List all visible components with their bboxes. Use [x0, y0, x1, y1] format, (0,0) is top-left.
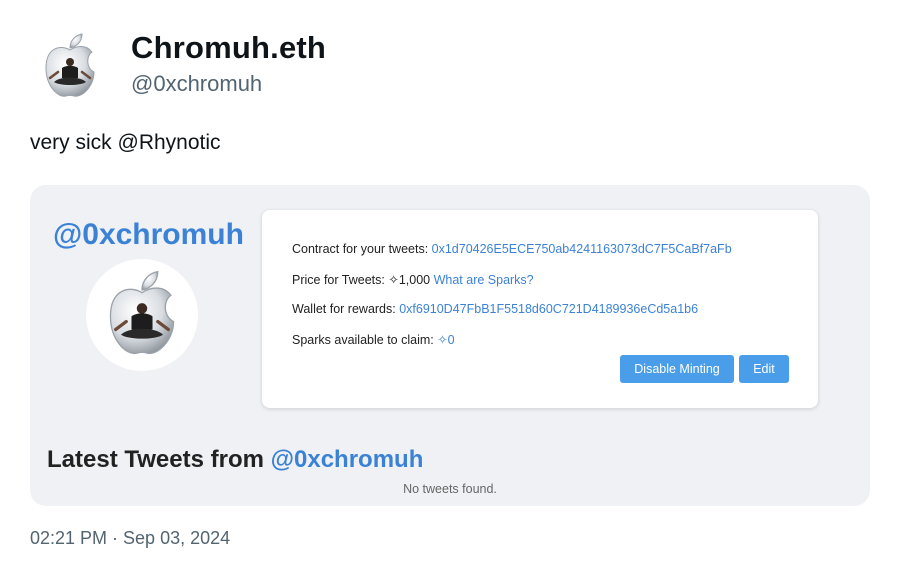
author-handle[interactable]: @0xchromuh: [131, 71, 262, 97]
contract-label: Contract for your tweets:: [292, 242, 432, 256]
contract-row: Contract for your tweets: 0x1d70426E5ECE…: [292, 242, 732, 256]
price-value: ✧1,000: [388, 273, 431, 287]
price-row: Price for Tweets: ✧1,000 What are Sparks…: [292, 272, 534, 287]
embed-handle[interactable]: @0xchromuh: [53, 218, 244, 252]
wallet-address-link[interactable]: 0xf6910D47FbB1F5518d60C721D4189936eCd5a1…: [399, 302, 698, 316]
apple-logo-avatar-icon: [45, 33, 95, 97]
what-are-sparks-link[interactable]: What are Sparks?: [434, 273, 534, 287]
claim-label: Sparks available to claim:: [292, 333, 438, 347]
minting-info-panel: Contract for your tweets: 0x1d70426E5ECE…: [262, 210, 818, 408]
latest-tweets-prefix: Latest Tweets from: [47, 446, 271, 473]
embed-card: @0xchromuh Contract for your tweets: 0x1…: [30, 185, 870, 506]
author-avatar[interactable]: [30, 27, 110, 107]
tweet-timestamp[interactable]: 02:21 PM · Sep 03, 2024: [30, 528, 230, 549]
contract-address-link[interactable]: 0x1d70426E5ECE750ab4241163073dC7F5CaBf7a…: [432, 242, 732, 256]
tweet-text: very sick @Rhynotic: [30, 131, 221, 154]
no-tweets-message: No tweets found.: [403, 482, 497, 496]
wallet-label: Wallet for rewards:: [292, 302, 400, 316]
price-label: Price for Tweets:: [292, 273, 389, 287]
latest-tweets-heading: Latest Tweets from @0xchromuh: [47, 446, 423, 474]
latest-tweets-handle[interactable]: @0xchromuh: [271, 446, 424, 473]
wallet-row: Wallet for rewards: 0xf6910D47FbB1F5518d…: [292, 302, 698, 316]
apple-logo-avatar-icon: [109, 270, 175, 354]
claim-row: Sparks available to claim: ✧0: [292, 332, 455, 347]
embed-avatar: [86, 259, 198, 371]
disable-minting-button[interactable]: Disable Minting: [620, 355, 734, 383]
claim-value-link[interactable]: ✧0: [437, 333, 454, 347]
author-display-name[interactable]: Chromuh.eth: [131, 30, 326, 66]
edit-button[interactable]: Edit: [739, 355, 789, 383]
